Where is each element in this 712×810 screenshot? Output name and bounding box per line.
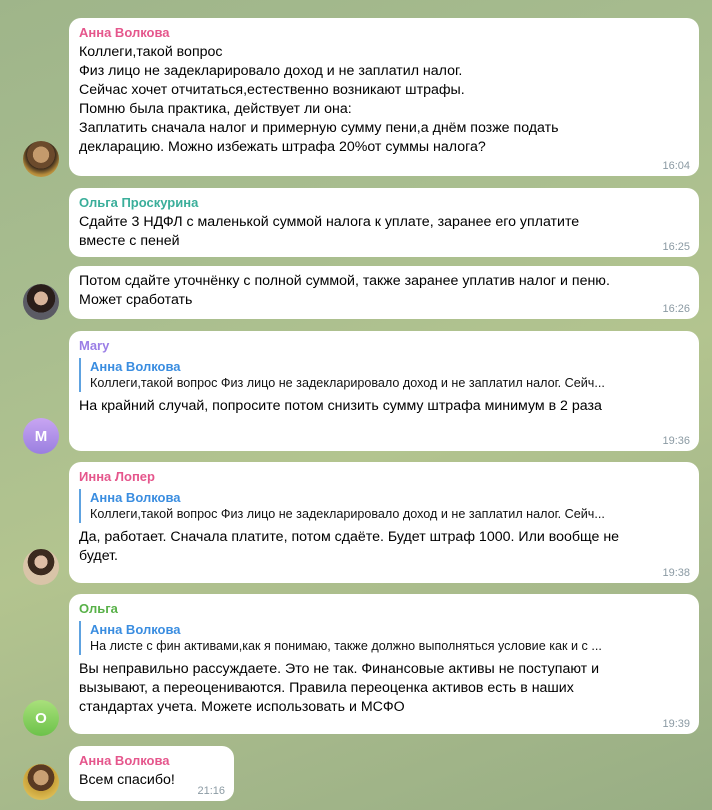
- reply-sender: Анна Волкова: [90, 490, 181, 505]
- message-time: 19:36: [662, 435, 690, 447]
- message-time: 19:39: [662, 718, 690, 730]
- message-time: 21:16: [197, 785, 225, 797]
- message-bubble[interactable]: Анна Волкова Всем спасибо! 21:16: [69, 746, 234, 801]
- avatar[interactable]: О: [23, 700, 59, 736]
- message-text: Вы неправильно рассуждаете. Это не так. …: [79, 661, 600, 715]
- reply-sender: Анна Волкова: [90, 359, 181, 374]
- reply-quote[interactable]: Анна Волкова Коллеги,такой вопрос Физ ли…: [79, 489, 689, 523]
- message-time: 16:04: [662, 160, 690, 172]
- chat-history[interactable]: Анна Волкова Коллеги,такой вопрос Физ ли…: [0, 0, 712, 810]
- message-text: Сдайте 3 НДФЛ с маленькой суммой налога …: [79, 214, 580, 249]
- message-time: 19:38: [662, 567, 690, 579]
- avatar[interactable]: [23, 764, 59, 800]
- reply-sender: Анна Волкова: [90, 622, 181, 637]
- reply-text: На листе с фин активами,как я понимаю, т…: [90, 639, 602, 653]
- sender-name[interactable]: Анна Волкова: [79, 24, 689, 42]
- avatar[interactable]: [23, 284, 59, 320]
- avatar-letter: О: [35, 709, 47, 727]
- avatar[interactable]: [23, 141, 59, 177]
- message-bubble[interactable]: Анна Волкова Коллеги,такой вопрос Физ ли…: [69, 18, 699, 176]
- message-time: 16:25: [662, 241, 690, 253]
- avatar[interactable]: [23, 549, 59, 585]
- avatar[interactable]: M: [23, 418, 59, 454]
- avatar-letter: M: [34, 427, 48, 445]
- message-text: Коллеги,такой вопрос Физ лицо не задекла…: [79, 44, 559, 155]
- sender-name[interactable]: Ольга: [79, 600, 689, 618]
- sender-name[interactable]: Инна Лопер: [79, 468, 689, 486]
- message-bubble[interactable]: Ольга Анна Волкова На листе с фин актива…: [69, 594, 699, 734]
- message-text: Да, работает. Сначала платите, потом сда…: [79, 529, 620, 564]
- reply-text: Коллеги,такой вопрос Физ лицо не задекла…: [90, 507, 605, 521]
- reply-quote[interactable]: Анна Волкова На листе с фин активами,как…: [79, 621, 689, 655]
- message-bubble[interactable]: Инна Лопер Анна Волкова Коллеги,такой во…: [69, 462, 699, 583]
- sender-name[interactable]: Mary: [79, 337, 689, 355]
- message-bubble[interactable]: Mary Анна Волкова Коллеги,такой вопрос Ф…: [69, 331, 699, 451]
- sender-name[interactable]: Анна Волкова: [79, 752, 224, 770]
- message-text: Потом сдайте уточнёнку с полной суммой, …: [79, 273, 610, 308]
- sender-name[interactable]: Ольга Проскурина: [79, 194, 689, 212]
- message-text: На крайний случай, попросите потом снизи…: [79, 398, 602, 414]
- message-time: 16:26: [662, 303, 690, 315]
- message-bubble[interactable]: Потом сдайте уточнёнку с полной суммой, …: [69, 266, 699, 319]
- message-bubble[interactable]: Ольга Проскурина Сдайте 3 НДФЛ с маленьк…: [69, 188, 699, 257]
- reply-quote[interactable]: Анна Волкова Коллеги,такой вопрос Физ ли…: [79, 358, 689, 392]
- reply-text: Коллеги,такой вопрос Физ лицо не задекла…: [90, 376, 605, 390]
